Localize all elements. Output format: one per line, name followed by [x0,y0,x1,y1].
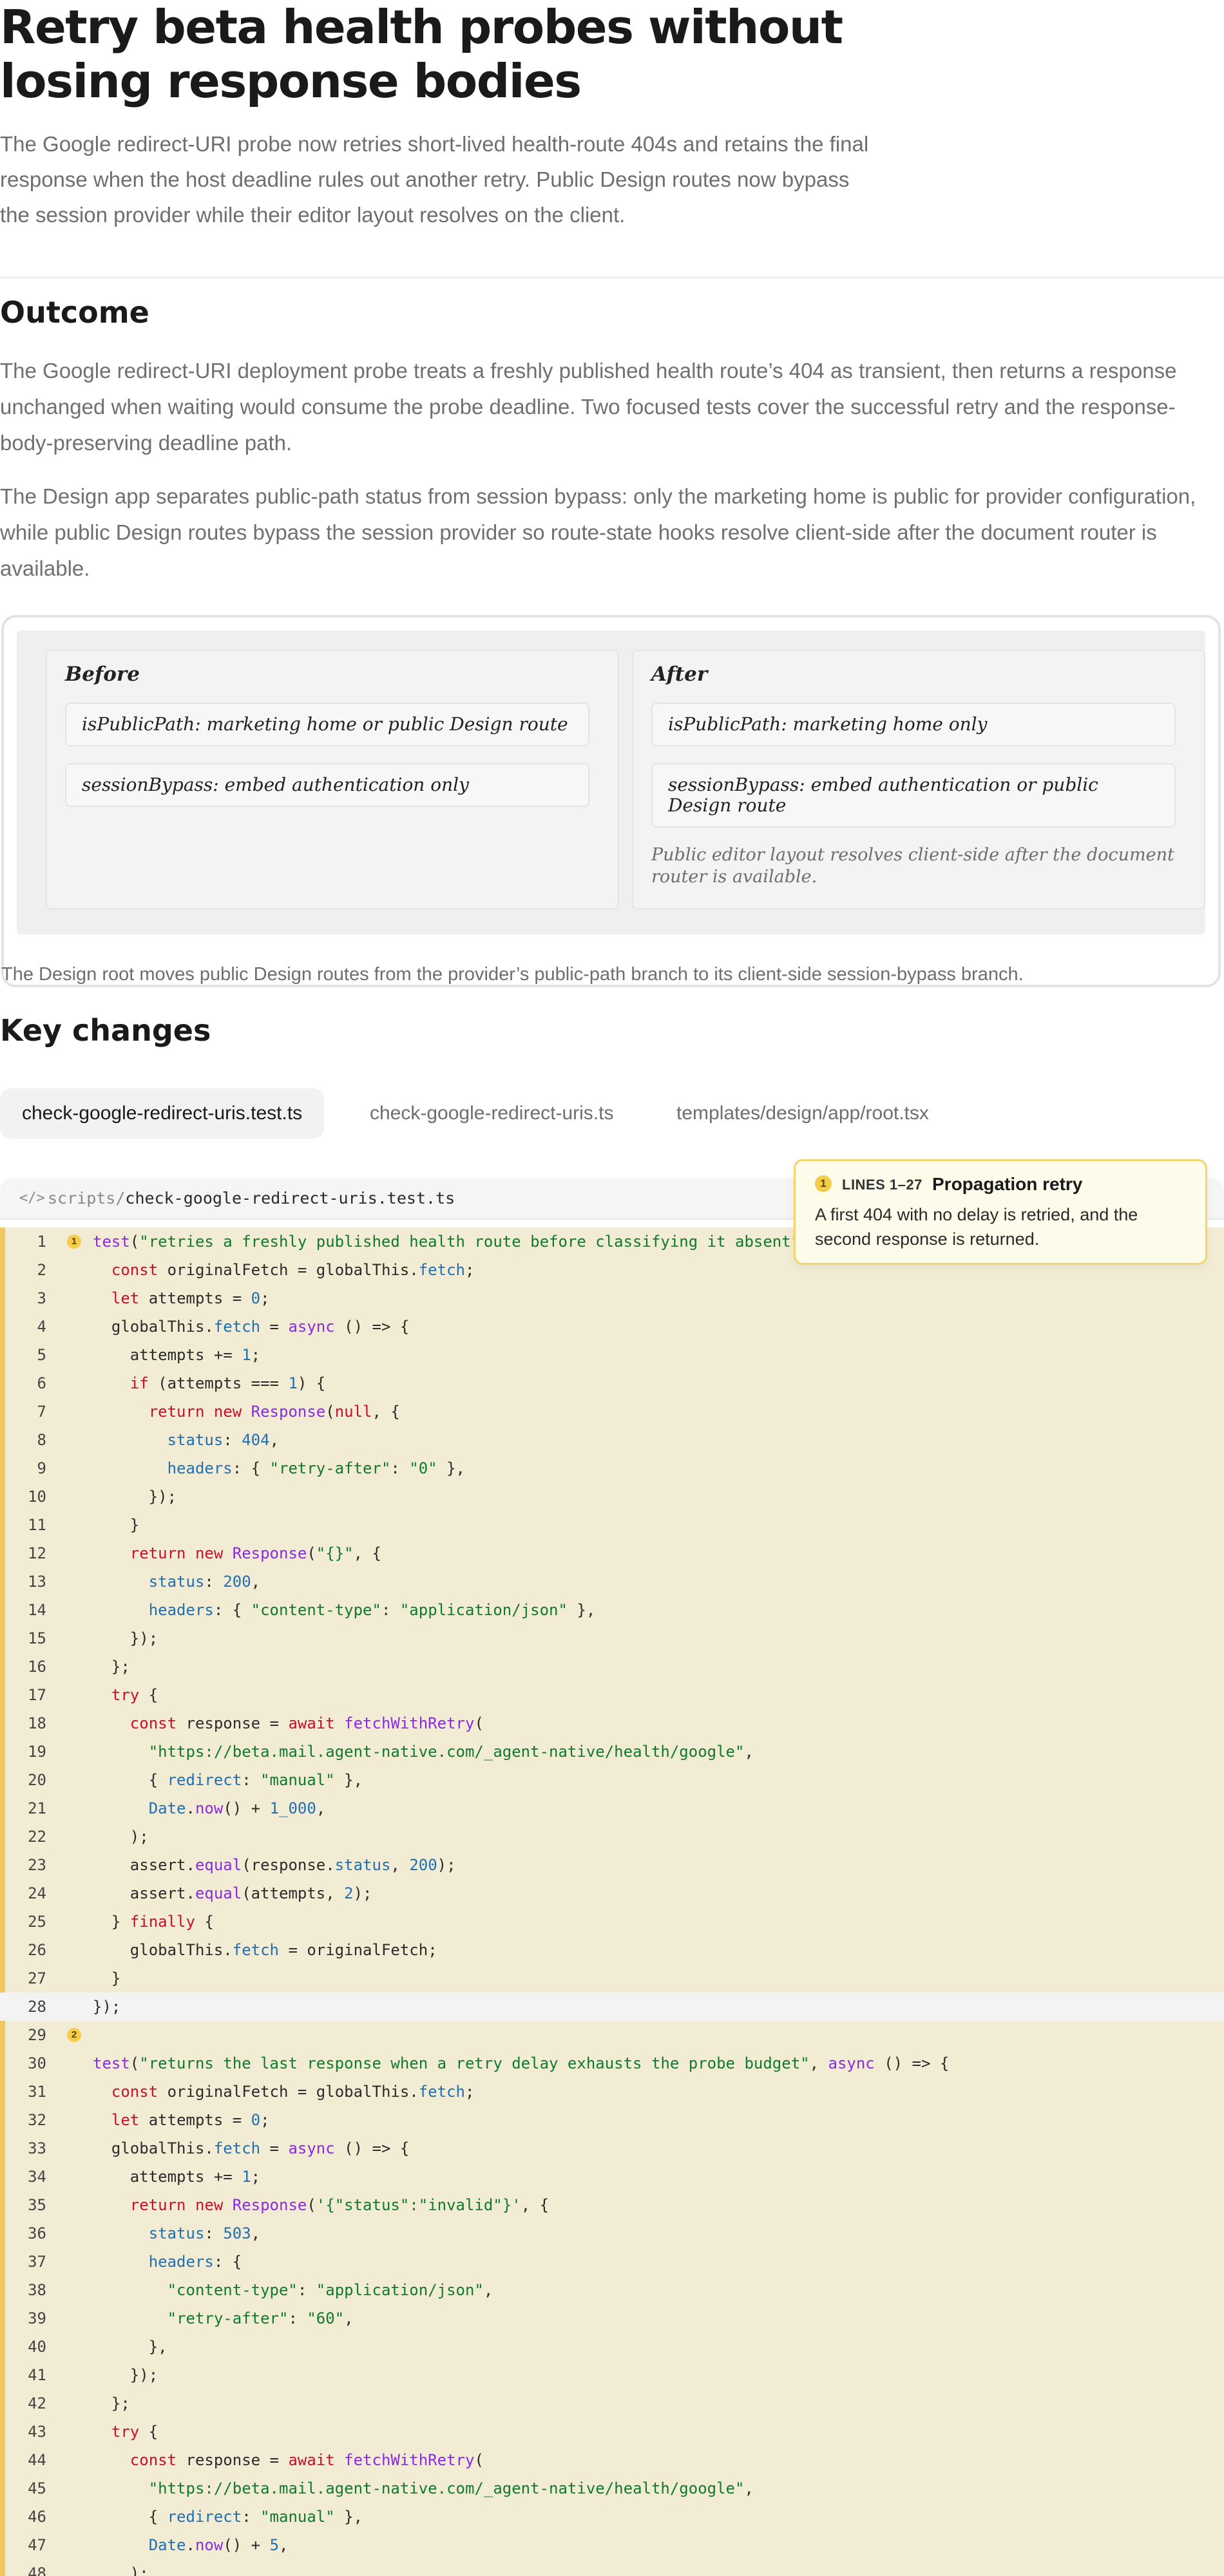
file-tabs: check-google-redirect-uris.test.ts check… [0,1088,1224,1139]
before-heading: Before [65,663,140,686]
code-line: 19 "https://beta.mail.agent-native.com/_… [0,1738,1224,1766]
diagram-canvas: Before isPublicPath: marketing home or p… [17,630,1205,934]
code-lines: 1 1 test("retries a freshly published heal… [0,1227,1224,2576]
code-line: 4 globalThis.fetch = async () => { [0,1312,1224,1341]
callout-description: A first 404 with no delay is retried, an… [815,1205,1138,1249]
code-line: 44 const response = await fetchWithRetry… [0,2446,1224,2474]
line-annotation-badge[interactable]: 2 [67,2028,81,2042]
callout-badge: 1 [815,1175,832,1192]
code-path-dir: scripts/ [48,1189,126,1208]
callout-title: Propagation retry [932,1174,1083,1194]
code-line: 9 headers: { "retry-after": "0" }, [0,1454,1224,1482]
page-title: Retry beta health probes without losing … [0,0,843,108]
outcome-paragraph-1: The Google redirect-URI deployment probe… [0,359,1177,455]
code-line: 35 return new Response('{"status":"inval… [0,2191,1224,2219]
before-item-session-bypass: sessionBypass: embed authentication only [65,763,589,807]
code-line: 37 headers: { [0,2248,1224,2276]
code-line: 41 }); [0,2361,1224,2389]
code-line: 7 return new Response(null, { [0,1397,1224,1426]
key-changes-heading: Key changes [0,1013,211,1048]
code-path-file: check-google-redirect-uris.test.ts [125,1189,455,1208]
callout-line-range: LINES 1–27 [842,1177,923,1193]
before-item-public-path: isPublicPath: marketing home or public D… [65,703,589,746]
line-annotation-badge[interactable]: 1 [67,1235,81,1249]
code-line: 16 }; [0,1653,1224,1681]
code-line: 42 }; [0,2389,1224,2418]
diagram-caption: The Design root moves public Design rout… [1,964,1024,985]
code-line: 31 const originalFetch = globalThis.fetc… [0,2078,1224,2106]
tab-test-file[interactable]: check-google-redirect-uris.test.ts [0,1088,325,1139]
code-line: 14 headers: { "content-type": "applicati… [0,1596,1224,1624]
code-line: 11 } [0,1511,1224,1539]
outcome-heading: Outcome [0,295,149,330]
before-after-diagram: Before isPublicPath: marketing home or p… [1,615,1221,987]
after-item-session-bypass: sessionBypass: embed authentication or p… [651,763,1176,828]
code-line: 17 try { [0,1681,1224,1709]
code-line: 23 assert.equal(response.status, 200); [0,1851,1224,1879]
code-line: 3 let attempts = 0; [0,1284,1224,1312]
code-line: 18 const response = await fetchWithRetry… [0,1709,1224,1738]
code-line: 24 assert.equal(attempts, 2); [0,1879,1224,1908]
section-divider [0,277,1224,278]
code-line: 38 "content-type": "application/json", [0,2276,1224,2304]
code-line: 43 try { [0,2418,1224,2446]
after-panel: After isPublicPath: marketing home only … [632,650,1205,909]
tab-design-root[interactable]: templates/design/app/root.tsx [655,1088,951,1139]
code-line: 40 }, [0,2333,1224,2361]
code-line: 32 let attempts = 0; [0,2106,1224,2134]
code-line: 10 }); [0,1482,1224,1511]
before-panel: Before isPublicPath: marketing home or p… [46,650,619,909]
code-line: 8 status: 404, [0,1426,1224,1454]
code-file-path: scripts/check-google-redirect-uris.test.… [48,1189,455,1208]
outcome-paragraph-2: The Design app separates public-path sta… [0,484,1196,580]
code-line: 39 "retry-after": "60", [0,2304,1224,2333]
after-note: Public editor layout resolves client-sid… [651,845,1174,887]
code-line: 20 { redirect: "manual" }, [0,1766,1224,1794]
code-line: 33 globalThis.fetch = async () => { [0,2134,1224,2163]
code-line: 47 Date.now() + 5, [0,2531,1224,2559]
code-line: 48 ); [0,2559,1224,2576]
page-lede: The Google redirect-URI probe now retrie… [0,132,869,227]
code-line: 46 { redirect: "manual" }, [0,2503,1224,2531]
tab-source-file[interactable]: check-google-redirect-uris.ts [348,1088,635,1139]
code-icon: </> [19,1190,45,1206]
after-heading: After [651,663,708,686]
code-line: 21 Date.now() + 1_000, [0,1794,1224,1823]
code-line: 26 globalThis.fetch = originalFetch; [0,1936,1224,1964]
code-line: 22 ); [0,1823,1224,1851]
annotation-callout[interactable]: 1 LINES 1–27 Propagation retry A first 4… [794,1159,1207,1265]
code-line: 36 status: 503, [0,2219,1224,2248]
code-line: 6 if (attempts === 1) { [0,1369,1224,1397]
code-line: 25 } finally { [0,1908,1224,1936]
code-line: 29 2 [0,2021,1224,2049]
code-line: 28}); [0,1993,1224,2021]
code-line: 30 test("returns the last response when a… [0,2049,1224,2078]
after-item-public-path: isPublicPath: marketing home only [651,703,1176,746]
code-line: 45 "https://beta.mail.agent-native.com/_… [0,2474,1224,2503]
code-line: 34 attempts += 1; [0,2163,1224,2191]
code-line: 27 } [0,1964,1224,1993]
code-line: 13 status: 200, [0,1567,1224,1596]
code-line: 15 }); [0,1624,1224,1653]
code-line: 12 return new Response("{}", { [0,1539,1224,1567]
code-viewer: </> scripts/check-google-redirect-uris.t… [0,1179,1224,2576]
code-line: 5 attempts += 1; [0,1341,1224,1369]
